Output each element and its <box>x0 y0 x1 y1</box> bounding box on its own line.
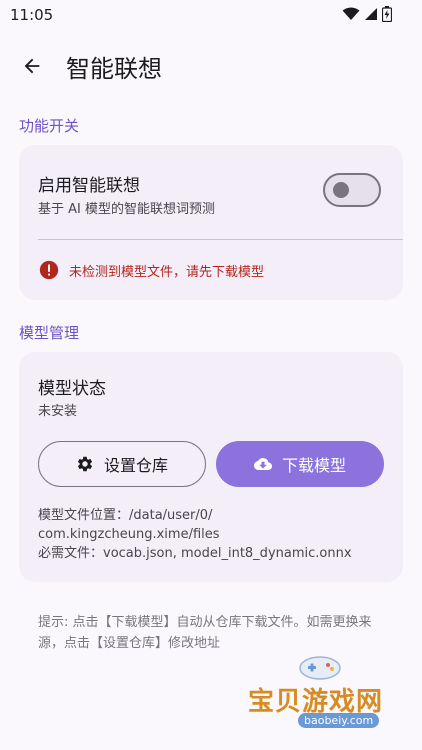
toggle-title: 启用智能联想 <box>38 176 140 196</box>
settings-repo-label: 设置仓库 <box>103 456 168 475</box>
file-info: 模型文件位置：/data/user/0/ com.kingzcheung.xim… <box>38 506 352 563</box>
arrow-left-icon <box>24 58 40 74</box>
wifi-icon <box>342 7 360 20</box>
status-icons <box>342 6 392 22</box>
hint-text: 提示: 点击【下载模型】自动从仓库下载文件。如需更换来源，点击【设置仓库】修改地… <box>38 615 372 651</box>
switch-thumb <box>333 182 349 198</box>
file-location-line1: 模型文件位置：/data/user/0/ <box>38 508 213 523</box>
app-bar: 智能联想 <box>0 40 422 90</box>
toggle-subtitle: 基于 AI 模型的智能联想词预测 <box>38 202 215 217</box>
feature-card: 启用智能联想 基于 AI 模型的智能联想词预测 未检测到模型文件，请先下载模型 <box>19 145 403 300</box>
battery-icon <box>382 6 392 22</box>
download-model-label: 下载模型 <box>281 456 346 475</box>
watermark-url: baobeiy.com <box>298 713 380 728</box>
gear-icon <box>77 456 92 472</box>
download-model-button[interactable]: 下载模型 <box>216 441 384 487</box>
model-status-title: 模型状态 <box>38 379 106 399</box>
settings-repo-button[interactable]: 设置仓库 <box>38 441 206 487</box>
warning-text: 未检测到模型文件，请先下载模型 <box>69 264 265 280</box>
status-bar: 11:05 <box>0 0 422 30</box>
error-icon <box>39 260 59 280</box>
model-status-value: 未安装 <box>38 404 78 419</box>
smart-suggest-switch[interactable] <box>323 173 381 207</box>
page-title: 智能联想 <box>66 55 162 83</box>
section-header-model: 模型管理 <box>19 324 80 342</box>
signal-icon <box>365 8 377 20</box>
warning-row: 未检测到模型文件，请先下载模型 <box>38 259 264 281</box>
section-header-feature: 功能开关 <box>19 117 80 135</box>
back-button[interactable] <box>16 50 48 82</box>
watermark: 宝贝游戏网 baobeiy.com <box>240 655 400 745</box>
model-card: 模型状态 未安装 设置仓库 下载模型 模型文件位置：/data/user/0/ … <box>19 352 403 582</box>
file-location-line2: com.kingzcheung.xime/files <box>38 527 220 542</box>
gamepad-icon <box>299 656 341 680</box>
cloud-download-icon <box>253 458 272 470</box>
status-time: 11:05 <box>10 6 54 24</box>
required-files: 必需文件：vocab.json, model_int8_dynamic.onnx <box>38 546 352 561</box>
divider <box>38 239 403 240</box>
